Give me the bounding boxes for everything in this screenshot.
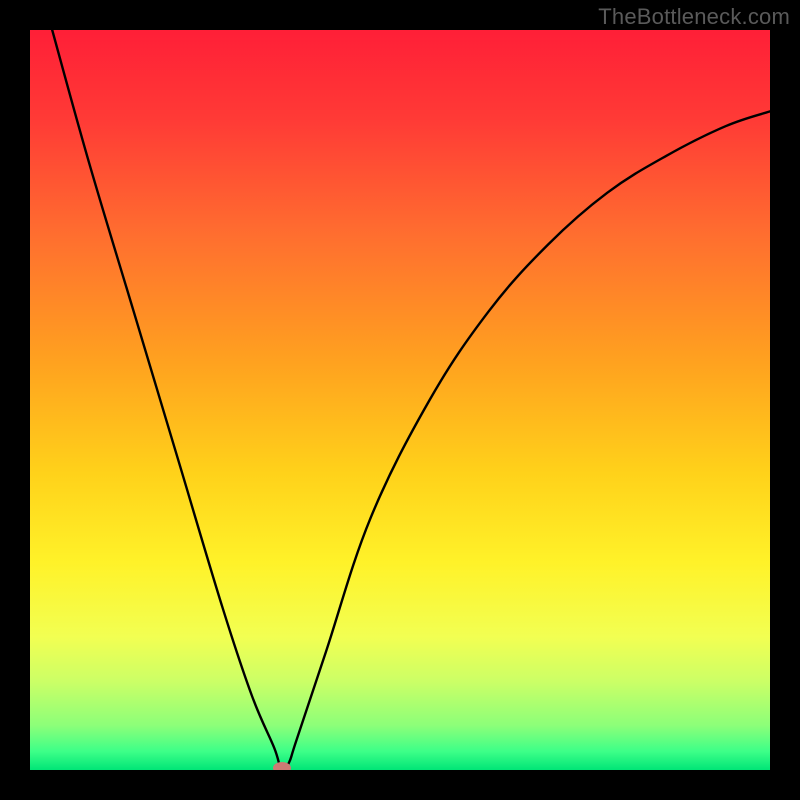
bottleneck-curve-path: [52, 30, 770, 770]
curve-svg: [30, 30, 770, 770]
optimal-point-marker: [273, 762, 291, 770]
plot-area: [30, 30, 770, 770]
watermark-text: TheBottleneck.com: [598, 4, 790, 30]
